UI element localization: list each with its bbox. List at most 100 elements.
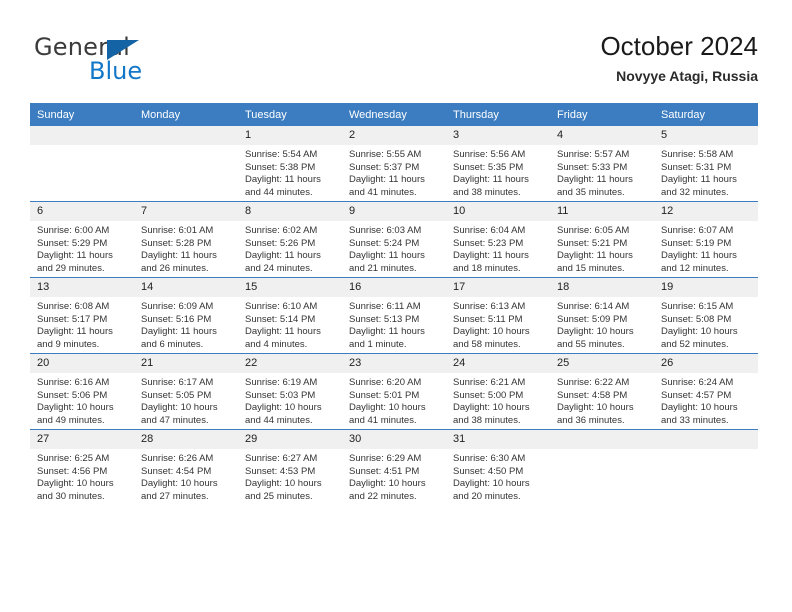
calendar-day-cell[interactable]: 25 Sunrise: 6:22 AM Sunset: 4:58 PM Dayligh…	[550, 353, 654, 430]
daylight-duration-line1: Daylight: 11 hours	[349, 174, 425, 186]
calendar-day-cell[interactable]: 4 Sunrise: 5:57 AM Sunset: 5:33 PM Daylight…	[550, 126, 654, 202]
day-details: Sunrise: 6:11 AM Sunset: 5:13 PM Daylight:…	[342, 297, 446, 351]
calendar-day-cell[interactable]: 26 Sunrise: 6:24 AM Sunset: 4:57 PM Dayligh…	[654, 353, 758, 430]
daylight-duration-line1: Daylight: 10 hours	[245, 478, 322, 490]
sunset-time: Sunset: 5:24 PM	[349, 237, 420, 249]
day-number: 22	[238, 354, 342, 373]
calendar-day-cell[interactable]: 11 Sunrise: 6:05 AM Sunset: 5:21 PM Dayligh…	[550, 201, 654, 278]
daylight-duration-line1: Daylight: 11 hours	[557, 250, 633, 262]
calendar-day-cell[interactable]: 15 Sunrise: 6:10 AM Sunset: 5:14 PM Dayligh…	[238, 277, 342, 354]
daylight-duration-line2: and 38 minutes.	[453, 186, 521, 198]
day-details: Sunrise: 6:08 AM Sunset: 5:17 PM Daylight:…	[30, 297, 134, 351]
calendar-day-cell[interactable]: 6 Sunrise: 6:00 AM Sunset: 5:29 PM Daylight…	[30, 201, 134, 278]
calendar-day-cell[interactable]: 23 Sunrise: 6:20 AM Sunset: 5:01 PM Dayligh…	[342, 353, 446, 430]
daylight-duration-line1: Daylight: 10 hours	[453, 326, 530, 338]
daylight-duration-line1: Daylight: 11 hours	[349, 250, 425, 262]
sunrise-time: Sunrise: 6:20 AM	[349, 377, 422, 388]
calendar-day-cell[interactable]: 19 Sunrise: 6:15 AM Sunset: 5:08 PM Dayligh…	[654, 277, 758, 354]
calendar-day-cell[interactable]: 12 Sunrise: 6:07 AM Sunset: 5:19 PM Dayligh…	[654, 201, 758, 278]
calendar-day-cell[interactable]: 14 Sunrise: 6:09 AM Sunset: 5:16 PM Dayligh…	[134, 277, 238, 354]
sunrise-time: Sunrise: 5:58 AM	[661, 149, 734, 160]
sunrise-sunset-calendar-table: Sunday Monday Tuesday Wednesday Thursday…	[30, 103, 758, 505]
sunrise-time: Sunrise: 6:04 AM	[453, 225, 526, 236]
daylight-duration-line2: and 35 minutes.	[557, 186, 625, 198]
calendar-day-cell[interactable]: 20 Sunrise: 6:16 AM Sunset: 5:06 PM Dayligh…	[30, 353, 134, 430]
day-number	[550, 430, 654, 449]
calendar-day-cell[interactable]: 3 Sunrise: 5:56 AM Sunset: 5:35 PM Daylight…	[446, 126, 550, 202]
calendar-day-cell[interactable]: 31 Sunrise: 6:30 AM Sunset: 4:50 PM Dayligh…	[446, 429, 550, 505]
sunset-time: Sunset: 5:14 PM	[245, 313, 316, 325]
weekday-header-row: Sunday Monday Tuesday Wednesday Thursday…	[30, 103, 758, 126]
daylight-duration-line2: and 12 minutes.	[661, 262, 729, 274]
day-details: Sunrise: 6:05 AM Sunset: 5:21 PM Daylight:…	[550, 221, 654, 275]
calendar-day-cell[interactable]: 21 Sunrise: 6:17 AM Sunset: 5:05 PM Dayligh…	[134, 353, 238, 430]
calendar-day-cell[interactable]: 2 Sunrise: 5:55 AM Sunset: 5:37 PM Daylight…	[342, 126, 446, 202]
sunset-time: Sunset: 5:06 PM	[37, 389, 108, 401]
calendar-day-cell[interactable]: 9 Sunrise: 6:03 AM Sunset: 5:24 PM Daylight…	[342, 201, 446, 278]
day-details: Sunrise: 6:24 AM Sunset: 4:57 PM Daylight:…	[654, 373, 758, 427]
brand-name-blue: Blue	[89, 57, 143, 85]
daylight-duration-line2: and 24 minutes.	[245, 262, 313, 274]
day-number: 18	[550, 278, 654, 297]
daylight-duration-line1: Daylight: 11 hours	[453, 174, 529, 186]
page-header: General Blue October 2024 Novyye Atagi, …	[34, 30, 758, 92]
day-details: Sunrise: 6:16 AM Sunset: 5:06 PM Daylight:…	[30, 373, 134, 427]
calendar-day-cell[interactable]: 5 Sunrise: 5:58 AM Sunset: 5:31 PM Daylight…	[654, 126, 758, 202]
day-details: Sunrise: 6:03 AM Sunset: 5:24 PM Daylight:…	[342, 221, 446, 275]
daylight-duration-line1: Daylight: 11 hours	[661, 174, 737, 186]
sunrise-time: Sunrise: 6:25 AM	[37, 453, 110, 464]
calendar-day-cell[interactable]: 24 Sunrise: 6:21 AM Sunset: 5:00 PM Dayligh…	[446, 353, 550, 430]
day-details: Sunrise: 6:19 AM Sunset: 5:03 PM Daylight:…	[238, 373, 342, 427]
sunrise-time: Sunrise: 6:21 AM	[453, 377, 526, 388]
calendar-day-cell[interactable]: 13 Sunrise: 6:08 AM Sunset: 5:17 PM Dayligh…	[30, 277, 134, 354]
sunset-time: Sunset: 5:23 PM	[453, 237, 524, 249]
sunset-time: Sunset: 5:17 PM	[37, 313, 108, 325]
sunrise-time: Sunrise: 6:05 AM	[557, 225, 630, 236]
calendar-day-cell[interactable]: 29 Sunrise: 6:27 AM Sunset: 4:53 PM Dayligh…	[238, 429, 342, 505]
daylight-duration-line1: Daylight: 11 hours	[245, 250, 321, 262]
day-details: Sunrise: 6:17 AM Sunset: 5:05 PM Daylight:…	[134, 373, 238, 427]
day-number: 29	[238, 430, 342, 449]
daylight-duration-line1: Daylight: 10 hours	[453, 478, 530, 490]
calendar-day-cell[interactable]: 10 Sunrise: 6:04 AM Sunset: 5:23 PM Dayligh…	[446, 201, 550, 278]
daylight-duration-line1: Daylight: 11 hours	[141, 326, 217, 338]
calendar-day-cell[interactable]: 28 Sunrise: 6:26 AM Sunset: 4:54 PM Dayligh…	[134, 429, 238, 505]
sunrise-time: Sunrise: 6:03 AM	[349, 225, 422, 236]
daylight-duration-line2: and 25 minutes.	[245, 490, 313, 502]
daylight-duration-line1: Daylight: 10 hours	[557, 326, 634, 338]
day-details: Sunrise: 6:07 AM Sunset: 5:19 PM Daylight:…	[654, 221, 758, 275]
calendar-header: Sunday Monday Tuesday Wednesday Thursday…	[30, 103, 758, 126]
day-number	[654, 430, 758, 449]
sunrise-time: Sunrise: 6:01 AM	[141, 225, 214, 236]
sunrise-time: Sunrise: 6:00 AM	[37, 225, 110, 236]
calendar-week-row: 6 Sunrise: 6:00 AM Sunset: 5:29 PM Daylight…	[30, 201, 758, 278]
daylight-duration-line2: and 44 minutes.	[245, 186, 313, 198]
calendar-day-cell-empty	[550, 429, 654, 505]
calendar-day-cell[interactable]: 17 Sunrise: 6:13 AM Sunset: 5:11 PM Dayligh…	[446, 277, 550, 354]
calendar-day-cell[interactable]: 8 Sunrise: 6:02 AM Sunset: 5:26 PM Daylight…	[238, 201, 342, 278]
calendar-day-cell-empty	[654, 429, 758, 505]
day-number: 10	[446, 202, 550, 221]
calendar-day-cell[interactable]: 30 Sunrise: 6:29 AM Sunset: 4:51 PM Dayligh…	[342, 429, 446, 505]
calendar-day-cell[interactable]: 22 Sunrise: 6:19 AM Sunset: 5:03 PM Dayligh…	[238, 353, 342, 430]
sunset-time: Sunset: 5:00 PM	[453, 389, 524, 401]
title-block: October 2024 Novyye Atagi, Russia	[600, 30, 758, 86]
calendar-day-cell[interactable]: 27 Sunrise: 6:25 AM Sunset: 4:56 PM Dayligh…	[30, 429, 134, 505]
calendar-day-cell[interactable]: 1 Sunrise: 5:54 AM Sunset: 5:38 PM Daylight…	[238, 126, 342, 202]
sunrise-time: Sunrise: 6:30 AM	[453, 453, 526, 464]
generalblue-logo[interactable]: General Blue	[34, 34, 254, 90]
calendar-day-cell[interactable]: 16 Sunrise: 6:11 AM Sunset: 5:13 PM Dayligh…	[342, 277, 446, 354]
day-number: 27	[30, 430, 134, 449]
daylight-duration-line2: and 20 minutes.	[453, 490, 521, 502]
day-details: Sunrise: 6:21 AM Sunset: 5:00 PM Daylight:…	[446, 373, 550, 427]
calendar-week-row: 20 Sunrise: 6:16 AM Sunset: 5:06 PM Dayligh…	[30, 353, 758, 430]
calendar-day-cell[interactable]: 7 Sunrise: 6:01 AM Sunset: 5:28 PM Daylight…	[134, 201, 238, 278]
calendar-day-cell[interactable]: 18 Sunrise: 6:14 AM Sunset: 5:09 PM Dayligh…	[550, 277, 654, 354]
daylight-duration-line2: and 58 minutes.	[453, 338, 521, 350]
day-number: 14	[134, 278, 238, 297]
daylight-duration-line2: and 52 minutes.	[661, 338, 729, 350]
sunset-time: Sunset: 5:31 PM	[661, 161, 732, 173]
calendar-week-row: 13 Sunrise: 6:08 AM Sunset: 5:17 PM Dayligh…	[30, 277, 758, 354]
day-number: 21	[134, 354, 238, 373]
day-number: 28	[134, 430, 238, 449]
